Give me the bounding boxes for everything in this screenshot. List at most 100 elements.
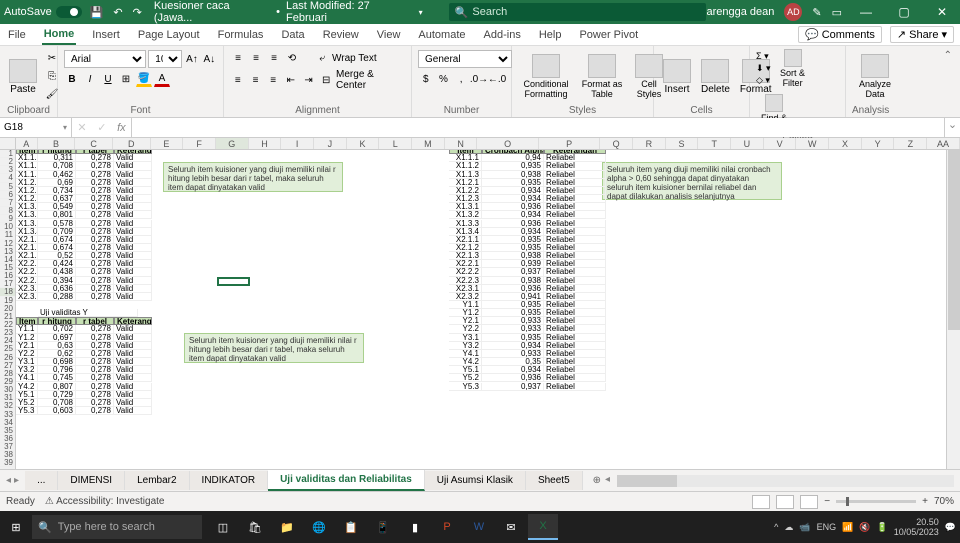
- cell[interactable]: Valid: [114, 154, 152, 162]
- cell[interactable]: Y1.1: [16, 325, 38, 333]
- sheet-tab-sheet5[interactable]: Sheet5: [526, 471, 583, 490]
- cell[interactable]: 0,278: [76, 342, 114, 350]
- col-header-Y[interactable]: Y: [862, 138, 895, 149]
- sheet-tab-asumsi[interactable]: Uji Asumsi Klasik: [425, 471, 526, 490]
- cell[interactable]: Y3.1: [449, 334, 482, 342]
- cell[interactable]: 0,936: [482, 285, 544, 293]
- cell[interactable]: X1.2.3: [449, 195, 482, 203]
- language-indicator[interactable]: ENG: [817, 522, 837, 532]
- cell[interactable]: 0,438: [38, 268, 76, 276]
- zoom-slider[interactable]: [836, 500, 916, 503]
- cell[interactable]: 0,938: [482, 171, 544, 179]
- cell[interactable]: 0,636: [38, 285, 76, 293]
- cell[interactable]: Valid: [114, 407, 152, 415]
- cell[interactable]: Valid: [114, 179, 152, 187]
- cell[interactable]: Y1.1: [449, 301, 482, 309]
- col-header-E[interactable]: E: [151, 138, 184, 149]
- cell[interactable]: Valid: [114, 260, 152, 268]
- cell[interactable]: 0,698: [38, 358, 76, 366]
- cell[interactable]: 0,709: [38, 228, 76, 236]
- cell[interactable]: 0,745: [38, 374, 76, 382]
- cell[interactable]: 0,935: [482, 179, 544, 187]
- cell[interactable]: Valid: [114, 203, 152, 211]
- cell[interactable]: Reliabel: [544, 203, 606, 211]
- cell[interactable]: X2.3.2: [449, 293, 482, 301]
- cell[interactable]: X1.2.2: [449, 187, 482, 195]
- cell[interactable]: 0,933: [482, 317, 544, 325]
- cell[interactable]: Valid: [114, 374, 152, 382]
- cell[interactable]: 0,311: [38, 154, 76, 162]
- cell[interactable]: 0,278: [76, 407, 114, 415]
- calculator-icon[interactable]: 📱: [368, 514, 398, 540]
- inc-decimal-icon[interactable]: .0→: [471, 71, 487, 87]
- col-header-O[interactable]: O: [477, 138, 538, 149]
- start-button[interactable]: ⊞: [0, 521, 32, 534]
- cell[interactable]: 0,637: [38, 195, 76, 203]
- cell[interactable]: Reliabel: [544, 277, 606, 285]
- cell[interactable]: 0,674: [38, 244, 76, 252]
- format-as-table-button[interactable]: Format as Table: [578, 53, 626, 100]
- cell[interactable]: Valid: [114, 342, 152, 350]
- cell[interactable]: Reliabel: [544, 366, 606, 374]
- percent-icon[interactable]: %: [436, 71, 452, 87]
- cell[interactable]: 0,938: [482, 277, 544, 285]
- cell[interactable]: 0,708: [38, 399, 76, 407]
- col-header-N[interactable]: N: [445, 138, 478, 149]
- cell[interactable]: X1.3.4: [449, 228, 482, 236]
- font-color-icon[interactable]: A: [154, 71, 170, 87]
- cell[interactable]: X2.2.2: [449, 268, 482, 276]
- cell[interactable]: Valid: [114, 162, 152, 170]
- cell[interactable]: X2.3.2: [16, 293, 38, 301]
- cell[interactable]: X2.1.2: [449, 244, 482, 252]
- cell[interactable]: Reliabel: [544, 162, 606, 170]
- col-header-V[interactable]: V: [764, 138, 797, 149]
- cell[interactable]: 0,278: [76, 374, 114, 382]
- cell[interactable]: 0,933: [482, 350, 544, 358]
- cell[interactable]: Reliabel: [544, 301, 606, 309]
- cell[interactable]: 0,278: [76, 285, 114, 293]
- cell[interactable]: 0,278: [76, 211, 114, 219]
- cell[interactable]: X1.1.2: [16, 162, 38, 170]
- cell[interactable]: Y4.1: [449, 350, 482, 358]
- cell[interactable]: 0,702: [38, 325, 76, 333]
- cell[interactable]: Y1.2: [449, 309, 482, 317]
- col-header-T[interactable]: T: [698, 138, 731, 149]
- col-header-B[interactable]: B: [38, 138, 76, 149]
- cell[interactable]: 0,807: [38, 383, 76, 391]
- cell[interactable]: Reliabel: [544, 211, 606, 219]
- cell[interactable]: Y5.2: [449, 374, 482, 382]
- cell[interactable]: 0,278: [76, 325, 114, 333]
- cell[interactable]: 0,708: [38, 162, 76, 170]
- tab-automate[interactable]: Automate: [416, 26, 467, 44]
- cell[interactable]: 0,278: [76, 277, 114, 285]
- cell[interactable]: 0,729: [38, 391, 76, 399]
- cell[interactable]: X2.2.3: [16, 277, 38, 285]
- cell[interactable]: Y4.2: [449, 358, 482, 366]
- col-header-R[interactable]: R: [633, 138, 666, 149]
- taskbar-search[interactable]: 🔍 Type here to search: [32, 515, 202, 539]
- cell[interactable]: 0,278: [76, 171, 114, 179]
- cell[interactable]: Y5.1: [16, 391, 38, 399]
- cell[interactable]: Valid: [114, 220, 152, 228]
- redo-icon[interactable]: ↷: [133, 6, 142, 19]
- fx-icon[interactable]: fx: [117, 122, 126, 134]
- cell[interactable]: 0,278: [76, 179, 114, 187]
- cell[interactable]: Valid: [114, 285, 152, 293]
- cell[interactable]: Y3.1: [16, 358, 38, 366]
- cell[interactable]: X2.2.1: [449, 260, 482, 268]
- cell[interactable]: Reliabel: [544, 154, 606, 162]
- tab-home[interactable]: Home: [42, 25, 77, 45]
- cell[interactable]: X1.1.3: [16, 171, 38, 179]
- cell[interactable]: Reliabel: [544, 383, 606, 391]
- align-top-icon[interactable]: ≡: [230, 50, 246, 66]
- cell[interactable]: Valid: [114, 350, 152, 358]
- cell[interactable]: 0,35: [482, 358, 544, 366]
- col-header-G[interactable]: G: [216, 138, 249, 149]
- col-header-D[interactable]: D: [113, 138, 151, 149]
- cell[interactable]: X2.2.2: [16, 268, 38, 276]
- cell[interactable]: Valid: [114, 236, 152, 244]
- cell[interactable]: Reliabel: [544, 252, 606, 260]
- cell[interactable]: Reliabel: [544, 285, 606, 293]
- cell[interactable]: 0,796: [38, 366, 76, 374]
- enter-fx-icon[interactable]: ✓: [97, 121, 106, 134]
